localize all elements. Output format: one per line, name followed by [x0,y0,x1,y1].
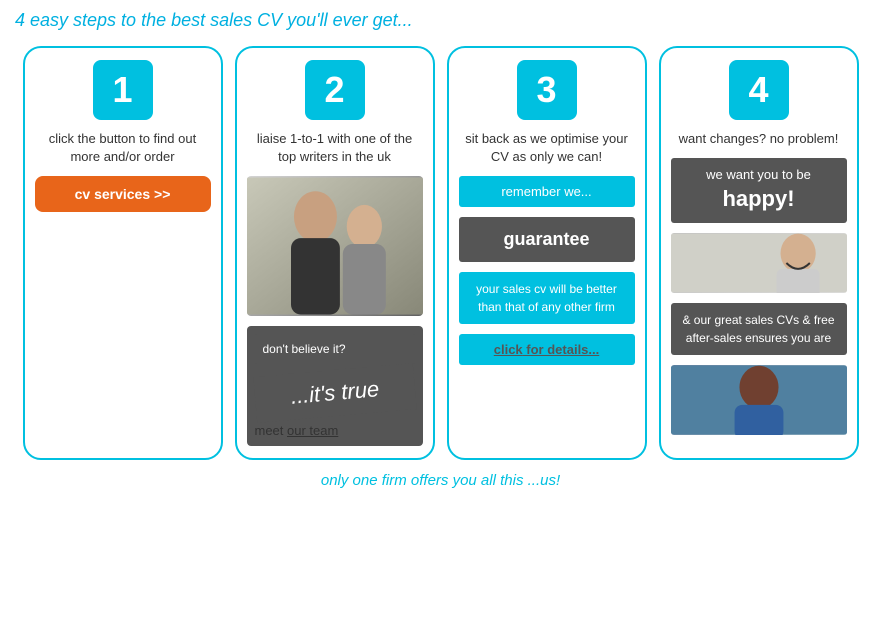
its-true-text: ...it's true [253,363,416,423]
smile-photo [671,233,847,293]
team-photo [247,176,423,316]
card-2: 2 liaise 1-to-1 with one of the top writ… [235,46,435,460]
step-1-number: 1 [93,60,153,120]
dont-believe-text: don't believe it? [255,334,415,364]
our-team-link[interactable]: our team [287,423,338,438]
click-details-box: click for details... [459,334,635,365]
after-sales-box: & our great sales CVs & free after-sales… [671,303,847,355]
page-title: 4 easy steps to the best sales CV you'll… [15,10,866,31]
card-2-dark-section: don't believe it? ...it's true meet our … [247,326,423,445]
for-details-text: for details... [523,342,600,357]
meet-team-text: meet our team [255,423,415,438]
cv-services-button[interactable]: cv services >> [35,176,211,212]
step-2-number: 2 [305,60,365,120]
man-photo [671,365,847,435]
footer-text: only one firm offers you all this ...us! [15,472,866,489]
cards-container: 1 click the button to find out more and/… [15,46,866,460]
card-4: 4 want changes? no problem! we want you … [659,46,859,460]
card-2-description: liaise 1-to-1 with one of the top writer… [247,130,423,166]
happy-text: happy! [679,184,839,215]
we-want-text: we want you to be [706,167,811,182]
guarantee-box: guarantee [459,217,635,262]
card-4-description: want changes? no problem! [679,130,839,148]
card-1: 1 click the button to find out more and/… [23,46,223,460]
card-3-description: sit back as we optimise your CV as only … [459,130,635,166]
card-1-description: click the button to find out more and/or… [35,130,211,166]
card-3: 3 sit back as we optimise your CV as onl… [447,46,647,460]
better-box: your sales cv will be better than that o… [459,272,635,324]
happy-box: we want you to be happy! [671,158,847,223]
click-link[interactable]: click [494,342,523,357]
step-4-number: 4 [729,60,789,120]
step-3-number: 3 [517,60,577,120]
remember-box: remember we... [459,176,635,207]
